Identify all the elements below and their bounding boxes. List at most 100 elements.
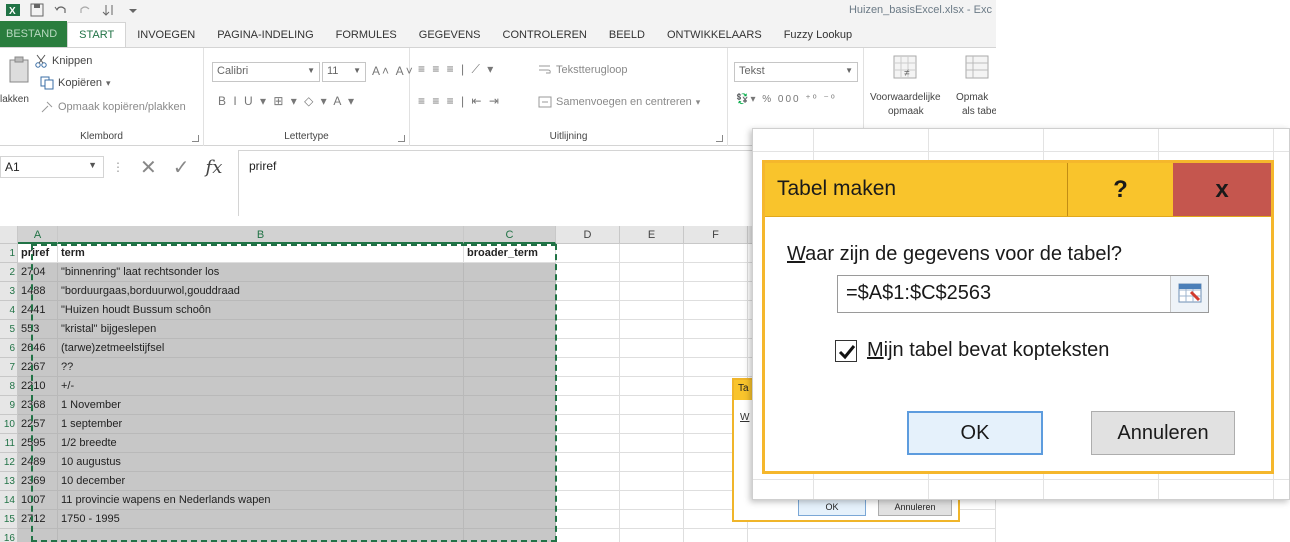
cell[interactable]	[556, 491, 620, 510]
cell[interactable]	[620, 244, 684, 263]
cell[interactable]: "kristal" bijgeslepen	[58, 320, 464, 339]
cell[interactable]	[620, 510, 684, 529]
cell[interactable]	[620, 320, 684, 339]
cell[interactable]	[620, 529, 684, 542]
column-header-f[interactable]: F	[684, 226, 748, 244]
cell[interactable]	[464, 377, 556, 396]
horizontal-align-icon[interactable]: ≡ ≡ ≡ | ⇤ ⇥	[418, 94, 501, 108]
cell[interactable]: 10 december	[58, 472, 464, 491]
font-name-combo[interactable]: Calibri ▼	[212, 62, 320, 82]
cell[interactable]	[464, 472, 556, 491]
close-button[interactable]: x	[1173, 163, 1271, 216]
cell[interactable]	[620, 263, 684, 282]
cell[interactable]	[464, 434, 556, 453]
cell[interactable]: ??	[58, 358, 464, 377]
background-cancel-button[interactable]: Annuleren	[878, 498, 952, 516]
cell[interactable]: 2595	[18, 434, 58, 453]
cell[interactable]: 2210	[18, 377, 58, 396]
cell[interactable]	[556, 415, 620, 434]
cell[interactable]	[556, 510, 620, 529]
merge-center-button[interactable]: Samenvoegen en centreren ▾	[538, 96, 700, 108]
cell[interactable]	[684, 301, 748, 320]
format-as-table-button[interactable]: Opmak	[956, 92, 988, 103]
clipboard-launcher-icon[interactable]	[192, 135, 199, 142]
row-header[interactable]: 6	[0, 339, 18, 358]
cell[interactable]	[464, 491, 556, 510]
format-painter-button[interactable]: Opmaak kopiëren/plakken	[40, 100, 186, 114]
cell[interactable]	[464, 415, 556, 434]
cell[interactable]	[684, 529, 748, 542]
cell[interactable]	[620, 472, 684, 491]
tab-formules[interactable]: FORMULES	[325, 23, 408, 47]
cell[interactable]	[684, 339, 748, 358]
cell[interactable]: 2257	[18, 415, 58, 434]
cell[interactable]	[620, 491, 684, 510]
cell[interactable]: 2267	[18, 358, 58, 377]
cell[interactable]: 1 september	[58, 415, 464, 434]
cell[interactable]	[464, 339, 556, 358]
row-header[interactable]: 16	[0, 529, 18, 542]
cell[interactable]: 2368	[18, 396, 58, 415]
cell[interactable]	[684, 358, 748, 377]
cell[interactable]	[556, 396, 620, 415]
column-header-e[interactable]: E	[620, 226, 684, 244]
cell[interactable]	[620, 396, 684, 415]
row-header[interactable]: 9	[0, 396, 18, 415]
cell[interactable]: 1007	[18, 491, 58, 510]
tab-pagina-indeling[interactable]: PAGINA-INDELING	[206, 23, 324, 47]
cell[interactable]	[18, 529, 58, 542]
copy-button[interactable]: Kopiëren ▾	[40, 76, 111, 90]
cell[interactable]	[620, 415, 684, 434]
row-header[interactable]: 4	[0, 301, 18, 320]
cell[interactable]	[464, 320, 556, 339]
cell[interactable]	[556, 263, 620, 282]
cell[interactable]	[684, 263, 748, 282]
cell[interactable]: priref	[18, 244, 58, 263]
help-button[interactable]: ?	[1067, 163, 1173, 216]
cut-button[interactable]: Knippen	[34, 54, 92, 68]
cell[interactable]	[464, 510, 556, 529]
number-format-combo[interactable]: Tekst ▼	[734, 62, 858, 82]
checkbox-box[interactable]	[835, 339, 857, 362]
cell[interactable]	[556, 434, 620, 453]
cell[interactable]: 2489	[18, 453, 58, 472]
paste-button[interactable]: lakken	[0, 94, 29, 105]
cell[interactable]: 2369	[18, 472, 58, 491]
cell[interactable]: +/-	[58, 377, 464, 396]
cell[interactable]	[58, 529, 464, 542]
grow-shrink-font-icon[interactable]: A˄ A˅	[372, 64, 415, 78]
customize-qat-icon[interactable]	[126, 3, 140, 17]
cell[interactable]	[556, 377, 620, 396]
font-launcher-icon[interactable]	[398, 135, 405, 142]
cell[interactable]	[556, 282, 620, 301]
cell[interactable]	[620, 358, 684, 377]
cell[interactable]	[556, 320, 620, 339]
wrap-text-button[interactable]: Tekstterugloop	[538, 64, 628, 76]
cell[interactable]	[620, 282, 684, 301]
cell[interactable]: 2704	[18, 263, 58, 282]
undo-icon[interactable]	[54, 3, 68, 17]
cell[interactable]: 2646	[18, 339, 58, 358]
sort-icon[interactable]	[102, 3, 116, 17]
number-format-buttons[interactable]: 💱▾ % 000 ⁺⁰ ⁻⁰	[736, 94, 837, 105]
cell[interactable]: 553	[18, 320, 58, 339]
cell[interactable]: 10 augustus	[58, 453, 464, 472]
collapse-range-button[interactable]	[1170, 276, 1208, 312]
cell[interactable]	[556, 339, 620, 358]
cell[interactable]	[556, 453, 620, 472]
cell[interactable]	[464, 282, 556, 301]
tab-bestand[interactable]: BESTAND	[0, 21, 68, 47]
vertical-align-icon[interactable]: ≡ ≡ ≡ | ⟋ ▾	[418, 62, 495, 77]
row-header[interactable]: 11	[0, 434, 18, 453]
column-header-d[interactable]: D	[556, 226, 620, 244]
row-header[interactable]: 3	[0, 282, 18, 301]
tab-ontwikkelaars[interactable]: ONTWIKKELAARS	[656, 23, 773, 47]
cell[interactable]	[684, 282, 748, 301]
cell[interactable]: "Huizen houdt Bussum schoôn	[58, 301, 464, 320]
cell[interactable]: 1750 - 1995	[58, 510, 464, 529]
column-header-c[interactable]: C	[464, 226, 556, 244]
cell[interactable]: 2441	[18, 301, 58, 320]
row-header[interactable]: 12	[0, 453, 18, 472]
has-headers-checkbox[interactable]: Mijn tabel bevat kopteksten	[835, 339, 1109, 362]
cell[interactable]: "borduurgaas,borduurwol,gouddraad	[58, 282, 464, 301]
